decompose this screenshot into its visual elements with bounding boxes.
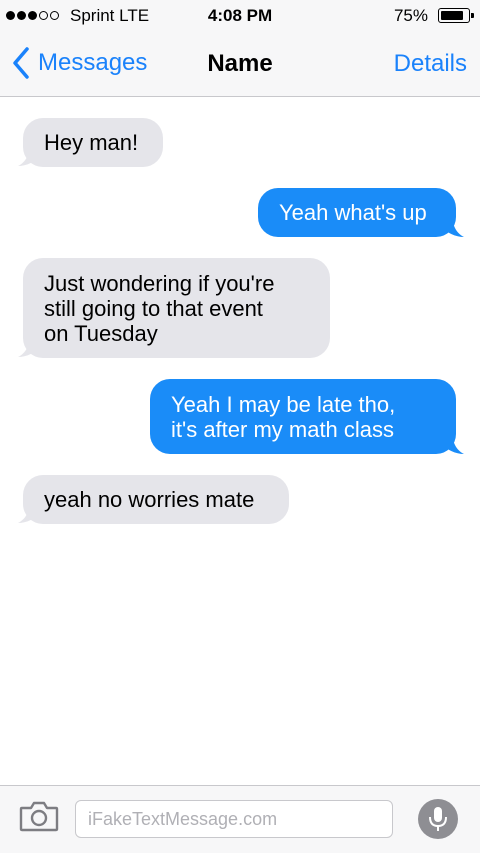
message-bubble-incoming[interactable]: Just wondering if you're still going to … [23,258,330,358]
message-text: Just wondering if you're still going to … [44,270,275,346]
compose-bar [0,785,480,853]
message-text: Hey man! [44,130,139,155]
message-input-field[interactable] [75,800,393,838]
message-text: yeah no worries mate [44,487,255,512]
top-bars: Sprint LTE 4:08 PM 75% Messages Name Det… [0,0,480,97]
message-input[interactable] [76,801,392,837]
message-bubble-incoming[interactable]: yeah no worries mate [23,475,289,524]
message-text: Yeah I may be late tho, it's after my ma… [171,391,396,442]
status-bar: Sprint LTE 4:08 PM 75% [0,0,480,32]
message-bubble-incoming[interactable]: Hey man! [23,118,163,167]
battery-icon [438,8,474,23]
message-text: Yeah what's up [279,200,427,225]
camera-button[interactable] [19,800,59,832]
microphone-button[interactable] [418,799,458,839]
battery-percent: 75% [393,6,428,25]
microphone-icon [429,807,447,831]
details-button[interactable]: Details [394,50,467,78]
camera-icon [19,801,59,832]
navigation-bar: Messages Name Details [0,32,480,96]
message-thread: Hey man! Yeah what's up Just wondering i… [0,97,480,785]
message-bubble-outgoing[interactable]: Yeah I may be late tho, it's after my ma… [150,379,456,454]
message-bubble-outgoing[interactable]: Yeah what's up [258,188,456,237]
